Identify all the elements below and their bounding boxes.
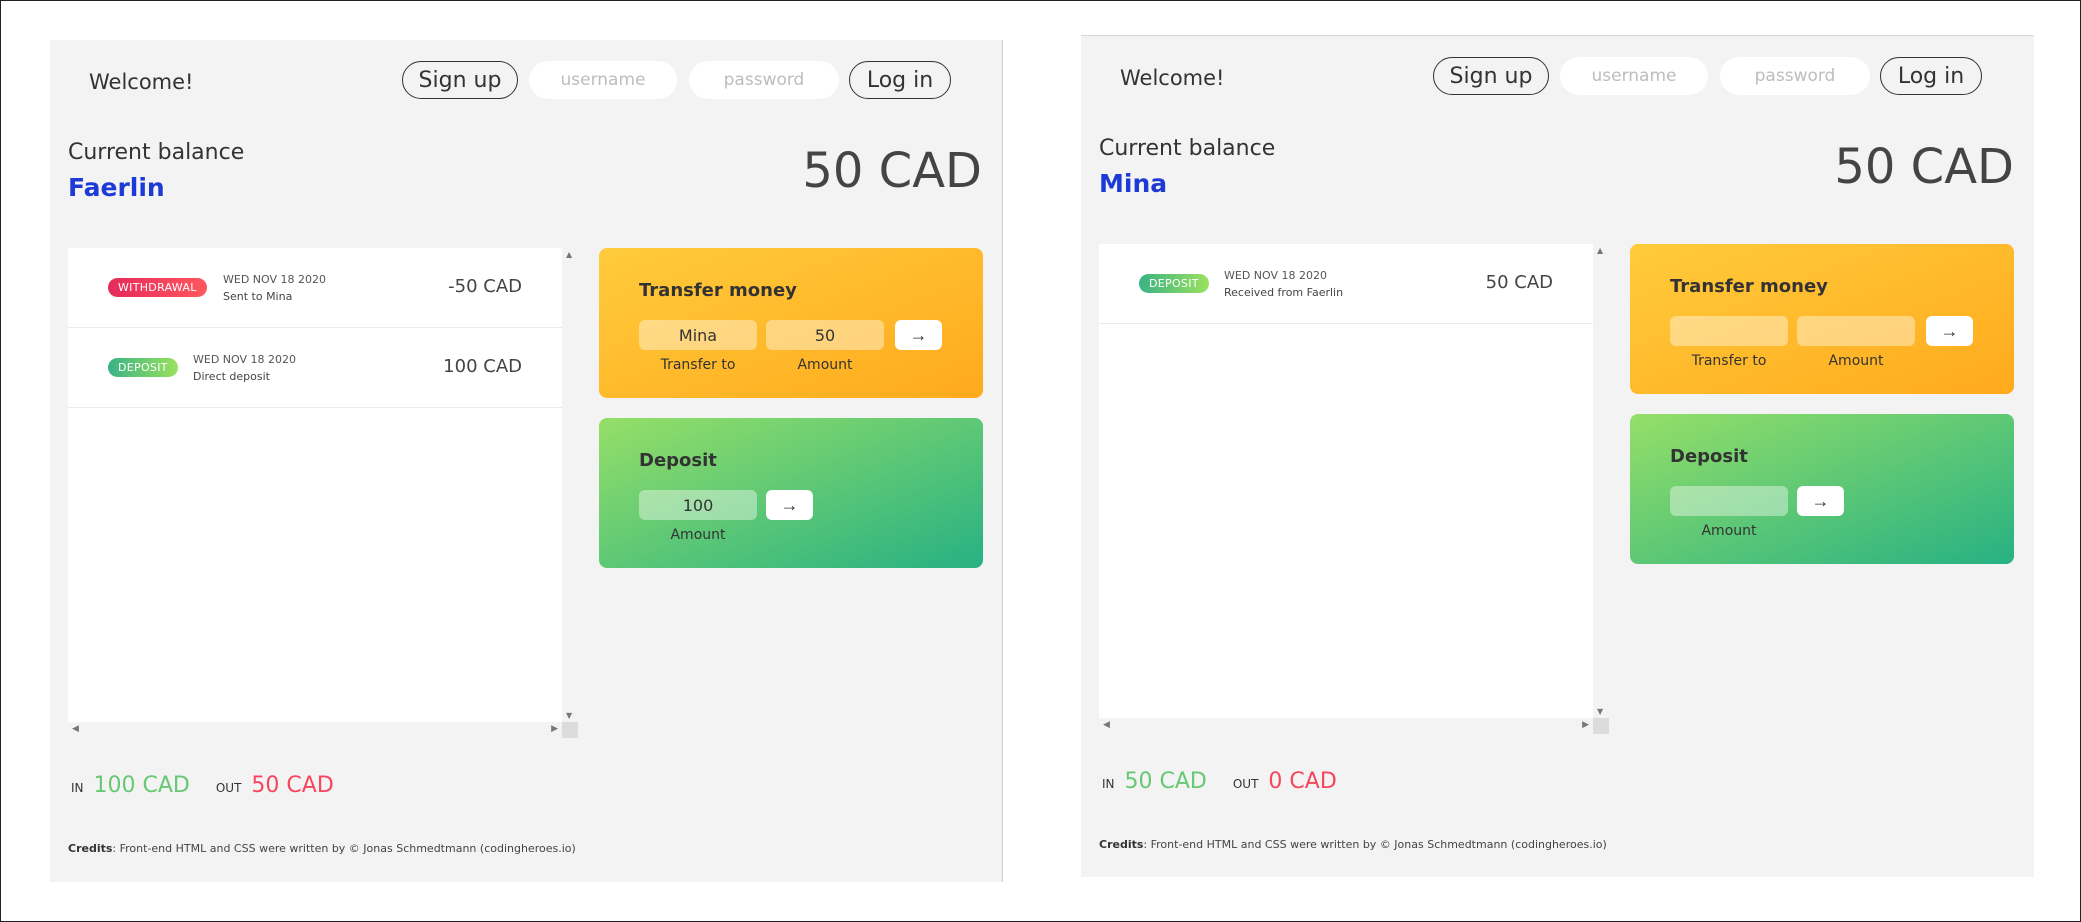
transfer-amount-label: Amount — [797, 357, 853, 373]
transfer-amount-label: Amount — [1828, 353, 1884, 369]
deposit-panel: Deposit → Amount — [599, 418, 983, 568]
vertical-scrollbar[interactable]: ▲ ▼ — [562, 248, 578, 722]
scroll-up-icon[interactable]: ▲ — [566, 250, 572, 259]
transfer-to-input[interactable] — [1670, 316, 1788, 346]
login-button[interactable]: Log in — [849, 61, 951, 99]
scrollbar-corner — [562, 722, 578, 738]
welcome-message: Welcome! — [1120, 66, 1225, 90]
credits-text: : Front-end HTML and CSS were written by… — [1143, 838, 1607, 851]
movement-description: Sent to Mina — [223, 290, 293, 303]
scroll-right-icon[interactable]: ▶ — [551, 724, 558, 734]
summary: IN 50 CAD OUT 0 CAD — [1102, 769, 1337, 794]
summary-out-label: OUT — [1232, 777, 1259, 791]
transfer-title: Transfer money — [1670, 276, 1828, 297]
bank-app-faerlin: Welcome! Sign up Log in Current balance … — [50, 40, 1003, 882]
signup-button[interactable]: Sign up — [1433, 57, 1549, 95]
movement-description: Received from Faerlin — [1224, 286, 1344, 299]
transfer-to-label: Transfer to — [660, 357, 736, 373]
signup-button[interactable]: Sign up — [402, 61, 518, 99]
movement-row: DEPOSIT WED NOV 18 2020 Received from Fa… — [1099, 244, 1593, 324]
deposit-amount-label: Amount — [1701, 523, 1757, 539]
credits: Credits: Front-end HTML and CSS were wri… — [1099, 838, 1607, 851]
credits: Credits: Front-end HTML and CSS were wri… — [68, 842, 576, 855]
movement-description: Direct deposit — [193, 370, 270, 383]
bank-app-mina: Welcome! Sign up Log in Current balance … — [1081, 35, 2034, 877]
account-owner-name: Mina — [1099, 169, 1168, 198]
movement-amount: -50 CAD — [448, 276, 522, 297]
transfer-amount-input[interactable] — [766, 320, 884, 350]
password-input[interactable] — [1720, 57, 1870, 95]
transfer-submit-button[interactable]: → — [895, 320, 942, 350]
username-input[interactable] — [1560, 57, 1708, 95]
transfer-amount-input[interactable] — [1797, 316, 1915, 346]
summary-in-label: IN — [71, 781, 84, 795]
top-nav: Welcome! Sign up Log in — [1081, 36, 2034, 116]
balance-label: Current balance — [1099, 136, 1276, 161]
vertical-scrollbar[interactable]: ▲ ▼ — [1593, 244, 1609, 718]
transfer-title: Transfer money — [639, 280, 797, 301]
deposit-panel: Deposit → Amount — [1630, 414, 2014, 564]
deposit-title: Deposit — [639, 450, 717, 471]
summary-out-value: 0 CAD — [1268, 769, 1337, 794]
balance-value: 50 CAD — [802, 143, 982, 199]
top-nav: Welcome! Sign up Log in — [50, 40, 1002, 120]
transfer-to-input[interactable] — [639, 320, 757, 350]
deposit-amount-input[interactable] — [639, 490, 757, 520]
balance-label: Current balance — [68, 140, 245, 165]
scrollbar-corner — [1593, 718, 1609, 734]
deposit-submit-button[interactable]: → — [1797, 486, 1844, 516]
transfer-to-label: Transfer to — [1691, 353, 1767, 369]
movement-row: WITHDRAWAL WED NOV 18 2020 Sent to Mina … — [68, 248, 562, 328]
scroll-left-icon[interactable]: ◀ — [72, 724, 79, 734]
horizontal-scrollbar[interactable]: ◀ ▶ — [1099, 718, 1593, 734]
username-input[interactable] — [529, 61, 677, 99]
movement-type-badge: WITHDRAWAL — [108, 278, 207, 297]
credits-text: : Front-end HTML and CSS were written by… — [112, 842, 576, 855]
movement-amount: 100 CAD — [443, 356, 522, 377]
movement-date: WED NOV 18 2020 — [223, 273, 326, 286]
transfer-panel: Transfer money → Transfer to Amount — [599, 248, 983, 398]
summary-in-label: IN — [1102, 777, 1115, 791]
movements-list[interactable]: DEPOSIT WED NOV 18 2020 Received from Fa… — [1099, 244, 1609, 734]
movement-amount: 50 CAD — [1485, 272, 1553, 293]
movement-row: DEPOSIT WED NOV 18 2020 Direct deposit 1… — [68, 328, 562, 408]
deposit-amount-input[interactable] — [1670, 486, 1788, 516]
welcome-message: Welcome! — [89, 70, 194, 94]
movements-list[interactable]: WITHDRAWAL WED NOV 18 2020 Sent to Mina … — [68, 248, 578, 738]
account-owner-name: Faerlin — [68, 173, 165, 202]
transfer-panel: Transfer money → Transfer to Amount — [1630, 244, 2014, 394]
scroll-down-icon[interactable]: ▼ — [1597, 707, 1603, 716]
summary-out-value: 50 CAD — [251, 773, 334, 798]
credits-label: Credits — [68, 842, 113, 855]
scroll-right-icon[interactable]: ▶ — [1582, 720, 1589, 730]
password-input[interactable] — [689, 61, 839, 99]
horizontal-scrollbar[interactable]: ◀ ▶ — [68, 722, 562, 738]
summary: IN 100 CAD OUT 50 CAD — [71, 773, 334, 798]
summary-out-label: OUT — [215, 781, 242, 795]
summary-in-value: 50 CAD — [1124, 769, 1207, 794]
deposit-title: Deposit — [1670, 446, 1748, 467]
scroll-down-icon[interactable]: ▼ — [566, 711, 572, 720]
movement-date: WED NOV 18 2020 — [193, 353, 296, 366]
scroll-up-icon[interactable]: ▲ — [1597, 246, 1603, 255]
deposit-amount-label: Amount — [670, 527, 726, 543]
deposit-submit-button[interactable]: → — [766, 490, 813, 520]
balance-value: 50 CAD — [1834, 139, 2014, 195]
movement-type-badge: DEPOSIT — [108, 358, 178, 377]
credits-label: Credits — [1099, 838, 1144, 851]
summary-in-value: 100 CAD — [93, 773, 190, 798]
movement-date: WED NOV 18 2020 — [1224, 269, 1327, 282]
scroll-left-icon[interactable]: ◀ — [1103, 720, 1110, 730]
movement-type-badge: DEPOSIT — [1139, 274, 1209, 293]
transfer-submit-button[interactable]: → — [1926, 316, 1973, 346]
login-button[interactable]: Log in — [1880, 57, 1982, 95]
